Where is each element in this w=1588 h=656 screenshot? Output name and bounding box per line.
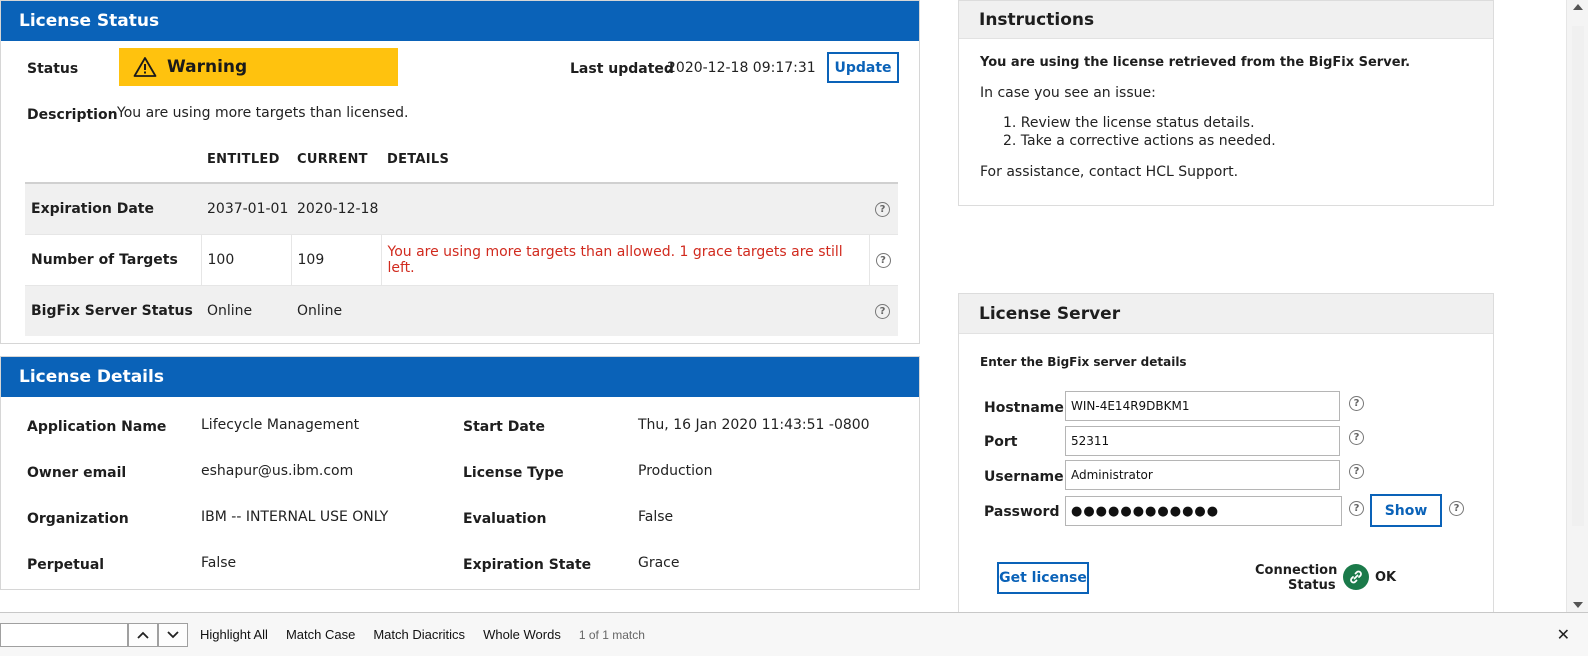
- password-input[interactable]: ●●●●●●●●●●●●: [1065, 496, 1342, 526]
- evaluation-label: Evaluation: [463, 511, 547, 527]
- start-date-value: Thu, 16 Jan 2020 11:43:51 -0800: [638, 417, 870, 433]
- license-details-header: License Details: [1, 357, 919, 397]
- find-bar: Highlight All Match Case Match Diacritic…: [0, 612, 1588, 656]
- license-status-header: License Status: [1, 1, 919, 41]
- match-count: 1 of 1 match: [578, 627, 645, 642]
- organization-value: IBM -- INTERNAL USE ONLY: [201, 509, 389, 525]
- license-type-value: Production: [638, 463, 713, 479]
- port-input[interactable]: [1065, 426, 1340, 456]
- scroll-down-icon[interactable]: [1573, 602, 1583, 608]
- row-details: [381, 182, 869, 234]
- status-badge-text: Warning: [167, 57, 248, 77]
- license-type-label: License Type: [463, 465, 564, 481]
- license-details-panel: License Details Application Name Lifecyc…: [0, 356, 920, 590]
- application-name-value: Lifecycle Management: [201, 417, 360, 433]
- table-header-row: ENTITLED CURRENT DETAILS: [25, 137, 898, 184]
- help-icon[interactable]: ?: [875, 304, 890, 320]
- table-header-empty: [25, 137, 201, 184]
- table-header-details: DETAILS: [381, 137, 869, 184]
- show-password-button[interactable]: Show: [1370, 494, 1442, 527]
- hostname-input[interactable]: [1065, 391, 1340, 421]
- help-icon[interactable]: ?: [875, 202, 890, 218]
- link-icon: [1343, 564, 1369, 590]
- row-entitled: 100: [200, 233, 291, 285]
- find-previous-button[interactable]: [128, 622, 158, 647]
- license-server-panel: License Server Enter the BigFix server d…: [958, 293, 1494, 613]
- status-badge: Warning: [119, 48, 398, 86]
- close-find-bar-icon[interactable]: ✕: [1557, 625, 1570, 645]
- table-row: Expiration Date 2037-01-01 2020-12-18 ?: [25, 182, 898, 234]
- highlight-all-toggle[interactable]: Highlight All: [200, 627, 268, 642]
- perpetual-label: Perpetual: [27, 557, 105, 573]
- instructions-panel: Instructions You are using the license r…: [958, 0, 1494, 206]
- row-label: Number of Targets: [25, 233, 201, 285]
- password-label: Password: [984, 504, 1060, 520]
- connection-status-label-1: Connection: [1255, 563, 1338, 578]
- instructions-intro: In case you see an issue:: [980, 85, 1156, 101]
- start-date-label: Start Date: [463, 419, 545, 435]
- expiration-state-value: Grace: [638, 555, 680, 571]
- instructions-assistance: For assistance, contact HCL Support.: [980, 164, 1239, 180]
- row-entitled: Online: [201, 284, 291, 336]
- hostname-help-icon[interactable]: ?: [1349, 396, 1364, 411]
- last-updated-label: Last updated: [570, 61, 674, 77]
- scroll-up-icon[interactable]: [1573, 4, 1583, 10]
- row-details: You are using more targets than allowed.…: [380, 233, 869, 285]
- table-row: Number of Targets 100 109 You are using …: [25, 233, 898, 285]
- find-next-button[interactable]: [158, 622, 188, 647]
- update-button[interactable]: Update: [827, 52, 899, 83]
- row-label: Expiration Date: [25, 182, 201, 234]
- table-row: BigFix Server Status Online Online ?: [25, 284, 898, 336]
- port-help-icon[interactable]: ?: [1349, 430, 1364, 445]
- chevron-down-icon: [167, 630, 179, 638]
- whole-words-toggle[interactable]: Whole Words: [483, 627, 561, 642]
- match-diacritics-toggle[interactable]: Match Diacritics: [373, 627, 465, 642]
- owner-email-label: Owner email: [27, 465, 127, 481]
- chevron-up-icon: [137, 631, 149, 639]
- row-current: 2020-12-18: [291, 182, 381, 234]
- warning-icon: [133, 57, 157, 77]
- instructions-header: Instructions: [959, 1, 1493, 39]
- username-label: Username: [984, 469, 1064, 485]
- application-name-label: Application Name: [27, 419, 167, 435]
- username-input[interactable]: [1065, 460, 1340, 490]
- page-scrollbar[interactable]: [1566, 0, 1588, 612]
- organization-label: Organization: [27, 511, 129, 527]
- license-status-panel: License Status Status Warning Last updat…: [0, 0, 920, 344]
- description-value: You are using more targets than licensed…: [117, 105, 409, 121]
- license-server-subtitle: Enter the BigFix server details: [980, 355, 1187, 369]
- row-current: Online: [291, 284, 381, 336]
- owner-email-value: eshapur@us.ibm.com: [201, 463, 354, 479]
- instructions-step-1: 1. Review the license status details.: [1003, 115, 1255, 131]
- get-license-button[interactable]: Get license: [997, 562, 1089, 594]
- last-updated-value: 2020-12-18 09:17:31: [667, 60, 816, 76]
- table-header-entitled: ENTITLED: [201, 137, 291, 184]
- find-input[interactable]: [0, 622, 128, 647]
- scroll-thumb[interactable]: [1572, 26, 1584, 526]
- instructions-headline: You are using the license retrieved from…: [980, 55, 1411, 70]
- row-label: BigFix Server Status: [25, 284, 201, 336]
- match-case-toggle[interactable]: Match Case: [286, 627, 355, 642]
- username-help-icon[interactable]: ?: [1349, 464, 1364, 479]
- help-icon[interactable]: ?: [875, 253, 891, 268]
- show-help-icon[interactable]: ?: [1449, 501, 1464, 516]
- password-help-icon[interactable]: ?: [1349, 501, 1364, 516]
- expiration-state-label: Expiration State: [463, 557, 592, 573]
- license-server-header: License Server: [959, 294, 1493, 334]
- license-status-table: ENTITLED CURRENT DETAILS Expiration Date…: [25, 137, 898, 336]
- instructions-step-2: 2. Take a corrective actions as needed.: [1003, 133, 1276, 149]
- row-current: 109: [290, 233, 381, 285]
- perpetual-value: False: [201, 555, 237, 571]
- hostname-label: Hostname: [984, 400, 1064, 416]
- evaluation-value: False: [638, 509, 674, 525]
- row-entitled: 2037-01-01: [201, 182, 291, 234]
- connection-status-label-2: Status: [1288, 578, 1336, 593]
- status-label: Status: [27, 61, 79, 77]
- description-label: Description: [27, 107, 118, 123]
- row-details: [381, 284, 869, 336]
- table-header-current: CURRENT: [291, 137, 381, 184]
- connection-status-value: OK: [1375, 570, 1397, 585]
- port-label: Port: [984, 434, 1018, 450]
